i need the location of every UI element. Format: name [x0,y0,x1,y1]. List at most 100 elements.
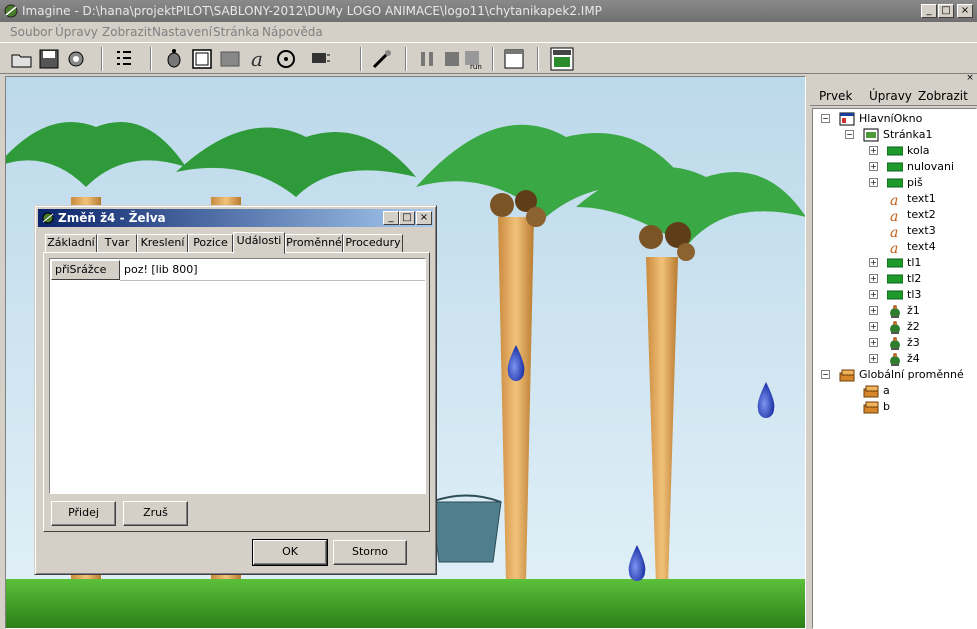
media-icon[interactable] [274,47,298,71]
run-icon[interactable]: run [462,47,486,71]
tree-expander[interactable]: − [821,370,830,379]
effects-icon[interactable] [308,47,332,71]
app-icon [4,4,18,18]
tree-expander[interactable]: + [869,178,878,187]
stop-icon[interactable] [440,47,464,71]
save-icon[interactable] [37,47,61,71]
tree-expander[interactable]: + [869,146,878,155]
panel-close-button[interactable]: × [965,74,975,84]
svg-text:a: a [890,241,898,254]
tab-tvar[interactable]: Tvar [97,234,137,253]
title-bar: Imagine - D:\hana\projektPILOT\SABLONY-2… [0,0,977,22]
tree-node[interactable]: + ž4 [813,351,973,367]
tree-node-label: text2 [907,208,936,221]
tree-node[interactable]: a text1 [813,191,973,207]
filled-rect-icon[interactable] [218,47,242,71]
tree-node-label: b [883,400,890,413]
tree-node[interactable]: + tl2 [813,271,973,287]
panel-menu-prvek[interactable]: Prvek [819,89,852,103]
event-handler[interactable]: poz! [lib 800] [122,261,200,279]
variables-icon [839,369,855,382]
add-event-button[interactable]: Přidej [51,501,116,526]
tree-expander[interactable]: − [821,114,830,123]
tree-node-label: piš [907,176,923,189]
tree-expander[interactable]: + [869,258,878,267]
tab-procedury[interactable]: Procedury [343,234,403,253]
tree-node[interactable]: + tl3 [813,287,973,303]
tree-node[interactable]: + piš [813,175,973,191]
tree-expander[interactable]: + [869,290,878,299]
window-icon[interactable] [502,47,526,71]
tree-node[interactable]: + ž1 [813,303,973,319]
button-icon [887,162,903,172]
tree-node[interactable]: a [813,383,973,399]
close-button[interactable]: × [957,4,973,18]
tree-node-label: text3 [907,224,936,237]
tree-node[interactable]: + tl1 [813,255,973,271]
turtle-icon[interactable] [162,47,186,71]
ok-button[interactable]: OK [252,539,328,566]
menu-nastaveni[interactable]: Nastavení [152,25,212,39]
dialog-title-bar[interactable]: Změň ž4 - Želva _ □ × [38,209,433,227]
row-divider [120,280,425,281]
remove-event-button[interactable]: Zruš [123,501,188,526]
text-icon[interactable]: a [246,47,270,71]
tree-expander[interactable]: + [869,354,878,363]
tree-expander[interactable]: + [869,274,878,283]
open-icon[interactable] [10,47,34,71]
tree-node[interactable]: a text2 [813,207,973,223]
text-icon: a [890,225,898,238]
menu-upravy[interactable]: Úpravy [55,25,98,39]
menu-stranka[interactable]: Stránka [213,25,259,39]
tools-icon[interactable] [370,47,394,71]
variable-icon [863,385,879,398]
menu-soubor[interactable]: Soubor [10,25,52,39]
tree-node[interactable]: + nulovani [813,159,973,175]
tree-node[interactable]: − HlavníOkno [813,111,973,127]
object-tree[interactable]: − HlavníOkno − Stránka1 + kola + nulovani + piš a t… [812,108,977,629]
panel-menu-zobrazit[interactable]: Zobrazit [918,89,968,103]
pause-icon[interactable] [415,47,439,71]
button-icon [887,146,903,156]
maximize-button[interactable]: □ [938,4,954,18]
dialog-minimize-button[interactable]: _ [383,211,399,225]
tree-node[interactable]: + ž2 [813,319,973,335]
tree-node[interactable]: b [813,399,973,415]
page-view-icon[interactable] [550,47,574,71]
list-icon[interactable] [112,47,136,71]
cancel-button[interactable]: Storno [333,540,407,565]
object-panel: × Prvek Úpravy Zobrazit − HlavníOkno − Strá… [810,74,977,629]
rectangle-icon[interactable] [190,47,214,71]
tree-expander[interactable]: + [869,306,878,315]
menu-zobrazit[interactable]: Zobrazit [102,25,152,39]
tree-expander[interactable]: − [845,130,854,139]
tree-node-label: ž4 [907,352,920,365]
settings-icon[interactable] [64,47,88,71]
dialog-close-button[interactable]: × [416,211,432,225]
tab-kresleni[interactable]: Kreslení [137,234,188,253]
turtle-icon [890,305,900,318]
tree-node[interactable]: − Stránka1 [813,127,973,143]
menu-bar: Soubor Úpravy Zobrazit Nastavení Stránka… [0,22,977,42]
panel-menu-upravy[interactable]: Úpravy [869,89,912,103]
menu-napoveda[interactable]: Nápověda [262,25,323,39]
tree-node[interactable]: a text4 [813,239,973,255]
window-title: Imagine - D:\hana\projektPILOT\SABLONY-2… [22,4,602,18]
tab-udalosti[interactable]: Události [233,232,285,254]
tree-node-label: ž2 [907,320,920,333]
tree-expander[interactable]: + [869,322,878,331]
tree-expander[interactable]: + [869,162,878,171]
tab-pozice[interactable]: Pozice [188,234,233,253]
tree-node[interactable]: + kola [813,143,973,159]
tab-zakladni[interactable]: Základní [45,234,97,253]
tab-promenne[interactable]: Proměnné [285,234,343,253]
tree-node-label: Stránka1 [883,128,933,141]
tree-node[interactable]: − Globální proměnné [813,367,973,383]
tree-node-label: a [883,384,890,397]
event-name[interactable]: přiSrážce [51,260,120,280]
tree-node[interactable]: a text3 [813,223,973,239]
tree-node[interactable]: + ž3 [813,335,973,351]
tree-expander[interactable]: + [869,338,878,347]
dialog-maximize-button[interactable]: □ [399,211,415,225]
minimize-button[interactable]: _ [921,4,937,18]
